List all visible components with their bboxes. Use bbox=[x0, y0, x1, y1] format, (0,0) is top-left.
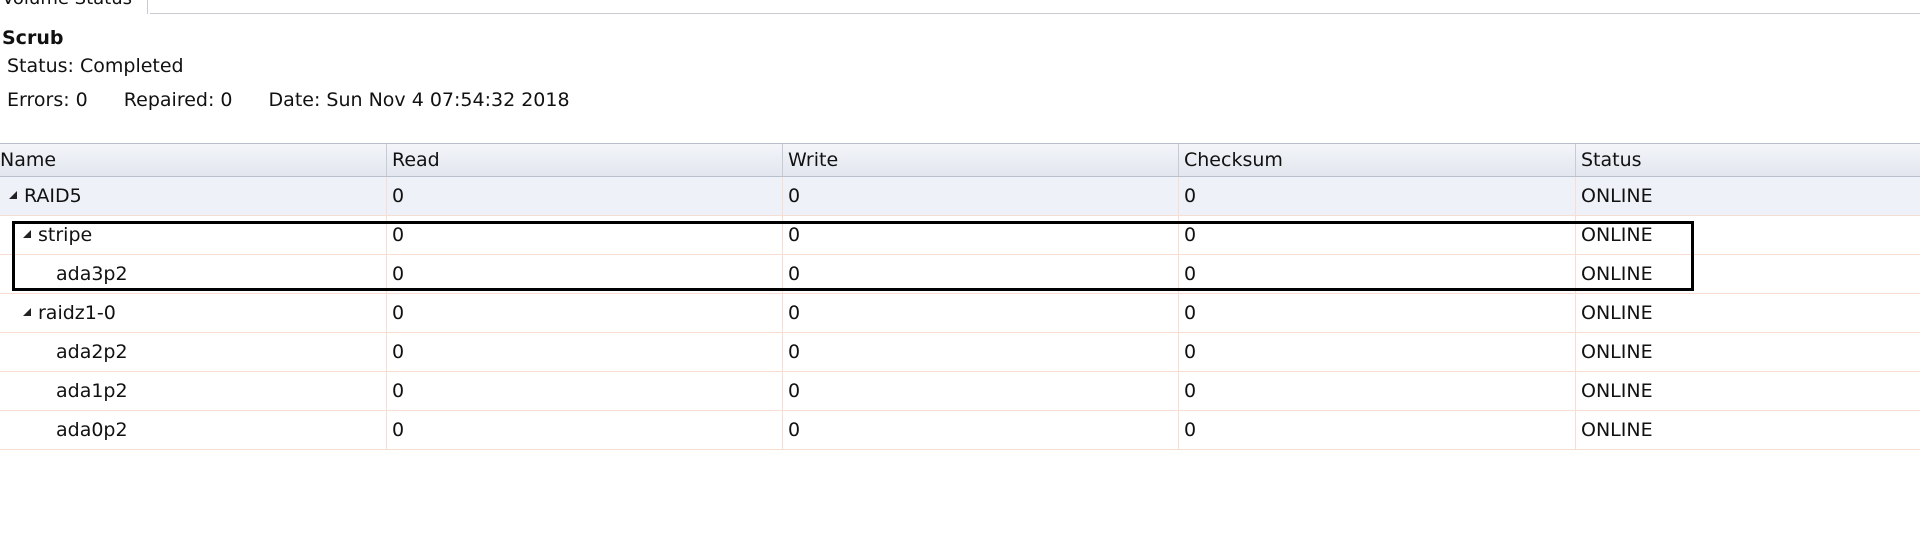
cell-checksum: 0 bbox=[1179, 294, 1576, 332]
cell-checksum: 0 bbox=[1179, 177, 1576, 215]
table-row[interactable]: RAID5 0 0 0 ONLINE bbox=[0, 177, 1920, 216]
scrub-repaired: Repaired: 0 bbox=[123, 89, 233, 111]
scrub-date: Date: Sun Nov 4 07:54:32 2018 bbox=[268, 89, 570, 111]
row-name-label: raidz1-0 bbox=[38, 302, 116, 324]
table-row[interactable]: raidz1-0 0 0 0 ONLINE bbox=[0, 294, 1920, 333]
scrub-errors: Errors: 0 bbox=[7, 89, 88, 111]
row-name-label: ada0p2 bbox=[56, 419, 128, 441]
cell-status: ONLINE bbox=[1581, 419, 1653, 441]
cell-name: ada2p2 bbox=[0, 333, 387, 371]
column-header-name[interactable]: Name bbox=[0, 144, 387, 176]
column-header-status[interactable]: Status bbox=[1576, 144, 1920, 176]
cell-read: 0 bbox=[387, 216, 783, 254]
row-name-label: ada3p2 bbox=[56, 263, 128, 285]
cell-write: 0 bbox=[783, 411, 1179, 449]
cell-read: 0 bbox=[387, 177, 783, 215]
table-row[interactable]: ada1p2 0 0 0 ONLINE bbox=[0, 372, 1920, 411]
cell-status: ONLINE bbox=[1581, 341, 1653, 363]
cell-checksum: 0 bbox=[1179, 411, 1576, 449]
cell-checksum: 0 bbox=[1179, 372, 1576, 410]
cell-read: 0 bbox=[387, 411, 783, 449]
cell-name: ada3p2 bbox=[0, 255, 387, 293]
row-name-label: RAID5 bbox=[24, 185, 82, 207]
grid-body: RAID5 0 0 0 ONLINE stripe 0 0 0 ONLINE ada3p2 0 0 0 ON… bbox=[0, 177, 1920, 450]
cell-checksum: 0 bbox=[1179, 216, 1576, 254]
cell-name: stripe bbox=[0, 216, 387, 254]
volume-grid: Name Read Write Checksum Status RAID5 0 0 0… bbox=[0, 143, 1920, 450]
scrub-stats: Errors: 0 Repaired: 0 Date: Sun Nov 4 07… bbox=[7, 88, 570, 112]
cell-status: ONLINE bbox=[1581, 185, 1653, 207]
cell-status: ONLINE bbox=[1581, 263, 1653, 285]
expand-toggle-icon[interactable] bbox=[22, 229, 32, 239]
column-header-checksum[interactable]: Checksum bbox=[1179, 144, 1576, 176]
grid-header: Name Read Write Checksum Status bbox=[0, 143, 1920, 177]
scrub-status: Status: Completed bbox=[7, 55, 184, 77]
cell-read: 0 bbox=[387, 372, 783, 410]
cell-checksum: 0 bbox=[1179, 255, 1576, 293]
cell-write: 0 bbox=[783, 372, 1179, 410]
column-header-write[interactable]: Write bbox=[783, 144, 1179, 176]
cell-write: 0 bbox=[783, 177, 1179, 215]
cell-write: 0 bbox=[783, 255, 1179, 293]
scrub-title: Scrub bbox=[2, 27, 64, 49]
row-name-label: stripe bbox=[38, 224, 93, 246]
tab-strip: Volume Status bbox=[0, 0, 1920, 14]
expand-toggle-icon[interactable] bbox=[8, 190, 18, 200]
tab-divider bbox=[150, 13, 1920, 14]
table-row[interactable]: stripe 0 0 0 ONLINE bbox=[0, 216, 1920, 255]
expand-toggle-icon[interactable] bbox=[22, 307, 32, 317]
cell-read: 0 bbox=[387, 255, 783, 293]
cell-read: 0 bbox=[387, 294, 783, 332]
column-header-read[interactable]: Read bbox=[387, 144, 783, 176]
tab-volume-status[interactable]: Volume Status bbox=[0, 0, 148, 14]
cell-name: ada1p2 bbox=[0, 372, 387, 410]
cell-name: ada0p2 bbox=[0, 411, 387, 449]
cell-write: 0 bbox=[783, 294, 1179, 332]
cell-name: raidz1-0 bbox=[0, 294, 387, 332]
cell-name: RAID5 bbox=[0, 177, 387, 215]
table-row[interactable]: ada2p2 0 0 0 ONLINE bbox=[0, 333, 1920, 372]
cell-read: 0 bbox=[387, 333, 783, 371]
row-name-label: ada2p2 bbox=[56, 341, 128, 363]
row-name-label: ada1p2 bbox=[56, 380, 128, 402]
cell-checksum: 0 bbox=[1179, 333, 1576, 371]
volume-status-panel: Volume Status Scrub Status: Completed Er… bbox=[0, 0, 1920, 544]
cell-status: ONLINE bbox=[1581, 224, 1653, 246]
table-row[interactable]: ada0p2 0 0 0 ONLINE bbox=[0, 411, 1920, 450]
cell-status: ONLINE bbox=[1581, 302, 1653, 324]
table-row[interactable]: ada3p2 0 0 0 ONLINE bbox=[0, 255, 1920, 294]
cell-status: ONLINE bbox=[1581, 380, 1653, 402]
cell-write: 0 bbox=[783, 216, 1179, 254]
cell-write: 0 bbox=[783, 333, 1179, 371]
